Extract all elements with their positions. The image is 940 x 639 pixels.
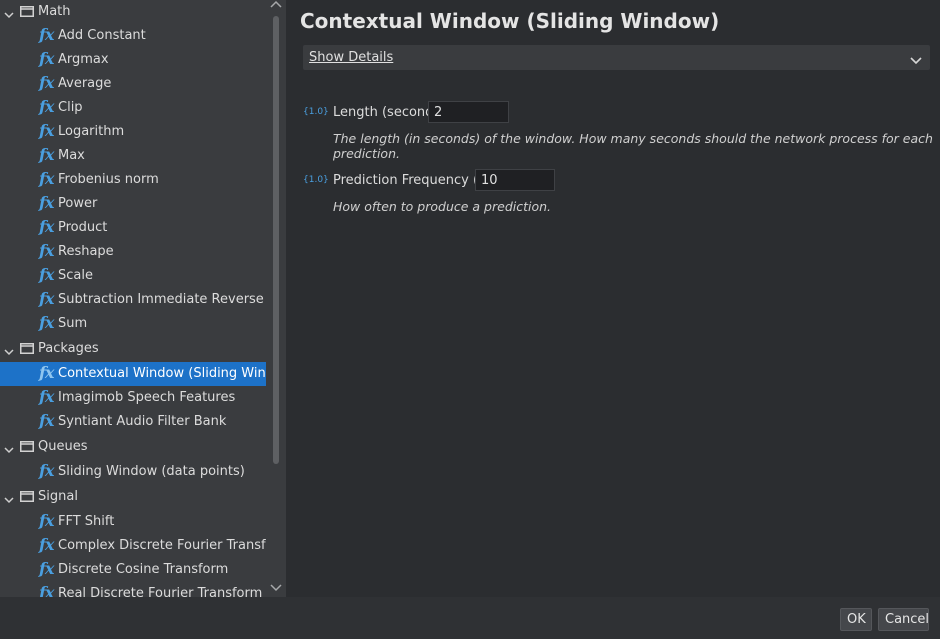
tree-item-label: FFT Shift [58, 514, 115, 529]
function-tree[interactable]: Math fx Add Constant fx Argmax fx Average fx Cli… [0, 0, 266, 597]
chevron-down-icon[interactable] [4, 8, 14, 19]
scroll-up-icon[interactable] [270, 0, 282, 10]
tree-item[interactable]: fx Scale [0, 264, 266, 288]
function-icon: fx [39, 97, 54, 116]
function-icon: fx [39, 145, 54, 164]
tree-item-label: Discrete Cosine Transform [58, 562, 229, 577]
tree-item-label: Max [58, 148, 85, 163]
tree-item[interactable]: fx FFT Shift [0, 510, 266, 534]
tree-item-label: Average [58, 76, 112, 91]
folder-icon [20, 491, 34, 502]
tree-item[interactable]: fx Real Discrete Fourier Transform [0, 582, 266, 597]
tree-scrollbar[interactable] [266, 0, 286, 597]
tree-folder-label: Packages [38, 341, 99, 356]
function-icon: fx [39, 535, 54, 554]
tree-item[interactable]: fx Syntiant Audio Filter Bank [0, 410, 266, 434]
tree-item[interactable]: fx Subtraction Immediate Reverse (A-x) [0, 288, 266, 312]
tree-item-label: Imagimob Speech Features [58, 390, 236, 405]
folder-icon [20, 343, 34, 354]
tree-folder-packages[interactable]: Packages [0, 337, 266, 361]
tree-item-label: Frobenius norm [58, 172, 159, 187]
dialog-footer: OK Cancel [0, 597, 940, 639]
function-icon: fx [39, 313, 54, 332]
tree-item-label: Logarithm [58, 124, 125, 139]
tree-item-label: Power [58, 196, 98, 211]
tree-item-label: Reshape [58, 244, 114, 259]
tree-item-label: Argmax [58, 52, 109, 67]
function-icon: fx [39, 511, 54, 530]
length-description: The length (in seconds) of the window. H… [333, 131, 933, 161]
tree-item-label: Sum [58, 316, 88, 331]
tree-item[interactable]: fx Sliding Window (data points) [0, 460, 266, 484]
tree-item[interactable]: fx Average [0, 72, 266, 96]
tree-item[interactable]: fx Frobenius norm [0, 168, 266, 192]
scrollbar-thumb[interactable] [273, 16, 279, 464]
tree-item[interactable]: fx Imagimob Speech Features [0, 386, 266, 410]
function-icon: fx [39, 265, 54, 284]
tree-item-label: Clip [58, 100, 83, 115]
length-input[interactable] [428, 101, 509, 123]
tree-folder-signal[interactable]: Signal [0, 485, 266, 509]
details-panel: Contextual Window (Sliding Window) Show … [290, 0, 940, 597]
tree-item-label: Syntiant Audio Filter Bank [58, 414, 227, 429]
function-icon: fx [39, 73, 54, 92]
function-icon: fx [39, 411, 54, 430]
tree-item[interactable]: fx Discrete Cosine Transform [0, 558, 266, 582]
tree-item[interactable]: fx Clip [0, 96, 266, 120]
prediction-frequency-input[interactable] [475, 169, 555, 191]
function-icon: fx [39, 217, 54, 236]
tree-item[interactable]: fx Product [0, 216, 266, 240]
chevron-down-icon[interactable] [4, 443, 14, 454]
tree-folder-label: Signal [38, 489, 78, 504]
function-icon: fx [39, 289, 54, 308]
chevron-down-icon[interactable] [910, 54, 922, 65]
tree-folder-label: Queues [38, 439, 88, 454]
function-icon: fx [39, 559, 54, 578]
function-icon: fx [39, 583, 54, 597]
float-type-badge: {1.0} [303, 107, 329, 117]
function-icon: fx [39, 363, 54, 382]
show-details-link[interactable]: Show Details [309, 50, 393, 65]
cancel-button[interactable]: Cancel [878, 608, 929, 631]
function-icon: fx [39, 241, 54, 260]
tree-folder-label: Math [38, 4, 71, 19]
function-icon: fx [39, 121, 54, 140]
folder-icon [20, 441, 34, 452]
tree-item-label: Real Discrete Fourier Transform [58, 586, 263, 597]
float-type-badge: {1.0} [303, 175, 329, 185]
prediction-frequency-description: How often to produce a prediction. [333, 199, 552, 214]
function-icon: fx [39, 387, 54, 406]
function-icon: fx [39, 49, 54, 68]
tree-item[interactable]: fx Reshape [0, 240, 266, 264]
ok-button[interactable]: OK [840, 608, 872, 631]
chevron-down-icon[interactable] [4, 345, 14, 356]
tree-item-label: Complex Discrete Fourier Transform [58, 538, 266, 553]
tree-folder-queues[interactable]: Queues [0, 435, 266, 459]
tree-item[interactable]: fx Max [0, 144, 266, 168]
tree-item[interactable]: fx Add Constant [0, 24, 266, 48]
tree-item-label: Subtraction Immediate Reverse (A-x) [58, 292, 266, 307]
chevron-down-icon[interactable] [4, 493, 14, 504]
tree-folder-math[interactable]: Math [0, 0, 266, 24]
tree-item[interactable]: fx Sum [0, 312, 266, 336]
tree-item-label: Contextual Window (Sliding Window) [58, 366, 266, 381]
tree-item[interactable]: fx Power [0, 192, 266, 216]
tree-item[interactable]: fx Contextual Window (Sliding Window) [0, 362, 266, 386]
folder-icon [20, 6, 34, 17]
function-icon: fx [39, 25, 54, 44]
show-details-toggle[interactable]: Show Details [303, 45, 930, 70]
scroll-down-icon[interactable] [270, 584, 282, 594]
tree-item-label: Add Constant [58, 28, 146, 43]
tree-item[interactable]: fx Argmax [0, 48, 266, 72]
tree-item-label: Scale [58, 268, 93, 283]
tree-item-label: Sliding Window (data points) [58, 464, 245, 479]
function-icon: fx [39, 169, 54, 188]
tree-item[interactable]: fx Complex Discrete Fourier Transform [0, 534, 266, 558]
tree-item-label: Product [58, 220, 108, 235]
function-icon: fx [39, 193, 54, 212]
function-icon: fx [39, 461, 54, 480]
page-title: Contextual Window (Sliding Window) [300, 9, 720, 33]
tree-item[interactable]: fx Logarithm [0, 120, 266, 144]
